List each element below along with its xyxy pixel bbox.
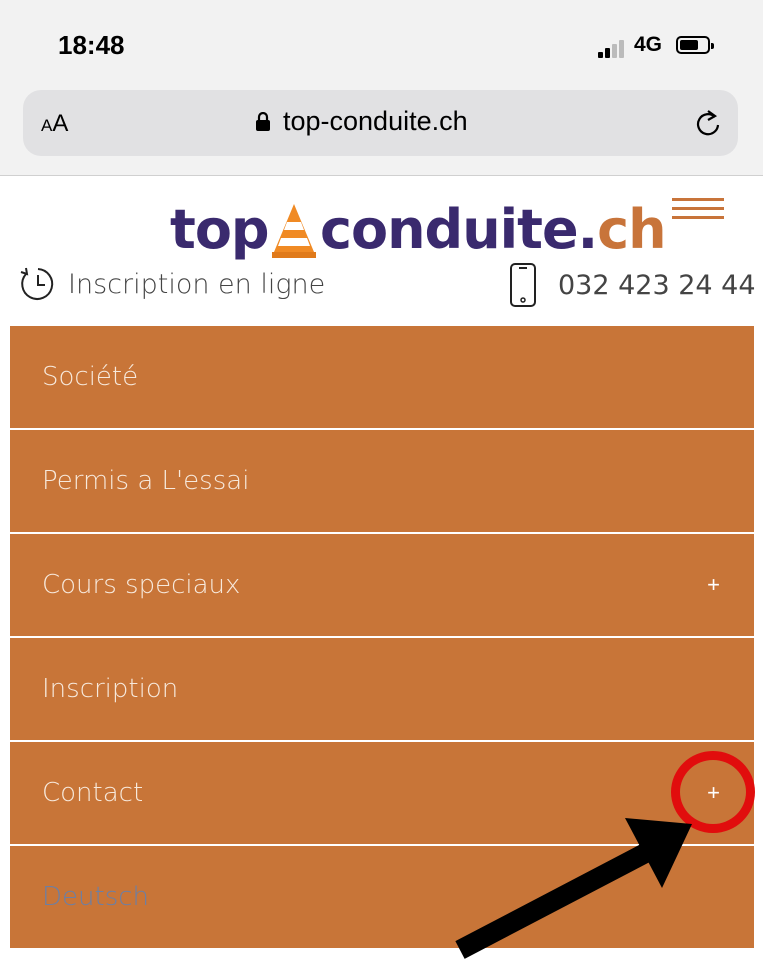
logo-text-top: top [170,198,270,261]
phone-icon [510,263,536,307]
battery-icon [676,36,714,54]
menu-item-label: Cours speciaux [42,570,241,600]
menu-item-label: Contact [42,778,144,808]
hamburger-icon[interactable] [672,198,724,220]
cone-icon [272,204,316,258]
reload-icon[interactable] [693,108,723,138]
text-size-button[interactable]: AA [41,110,68,138]
address-bar[interactable]: AA top-conduite.ch [23,90,738,156]
menu-item-label: Permis a L'essai [42,466,250,496]
menu-item-label: Inscription [42,674,179,704]
phone-link[interactable]: 032 423 24 44 [508,262,756,308]
status-time: 18:48 [58,30,125,60]
menu-item-label: Deutsch [42,882,150,912]
pointer-arrow-icon [455,818,692,959]
menu-item-permis-essai[interactable]: Permis a L'essai [10,430,754,532]
url-text: top-conduite.ch [283,106,468,136]
clock-icon [20,267,54,300]
inscription-label: Inscription en ligne [68,268,326,300]
signal-icon [598,38,628,58]
phone-number: 032 423 24 44 [558,269,756,301]
menu-item-societe[interactable]: Société [10,326,754,428]
status-bar: 18:48 4G [0,0,763,80]
logo-text-conduite: conduite.ch [320,198,667,261]
menu-item-cours-speciaux[interactable]: Cours speciaux + [10,534,754,636]
online-registration-link[interactable]: Inscription en ligne [18,264,325,304]
site-logo[interactable]: top conduite.ch [170,198,667,268]
menu-item-inscription[interactable]: Inscription [10,638,754,740]
menu-item-label: Société [42,362,139,392]
lock-icon [256,112,270,131]
expand-plus-icon[interactable]: + [707,572,720,598]
network-label: 4G [634,33,663,56]
browser-bar: AA top-conduite.ch [0,80,763,176]
site-header: top conduite.ch Inscription en ligne 032… [0,176,763,326]
